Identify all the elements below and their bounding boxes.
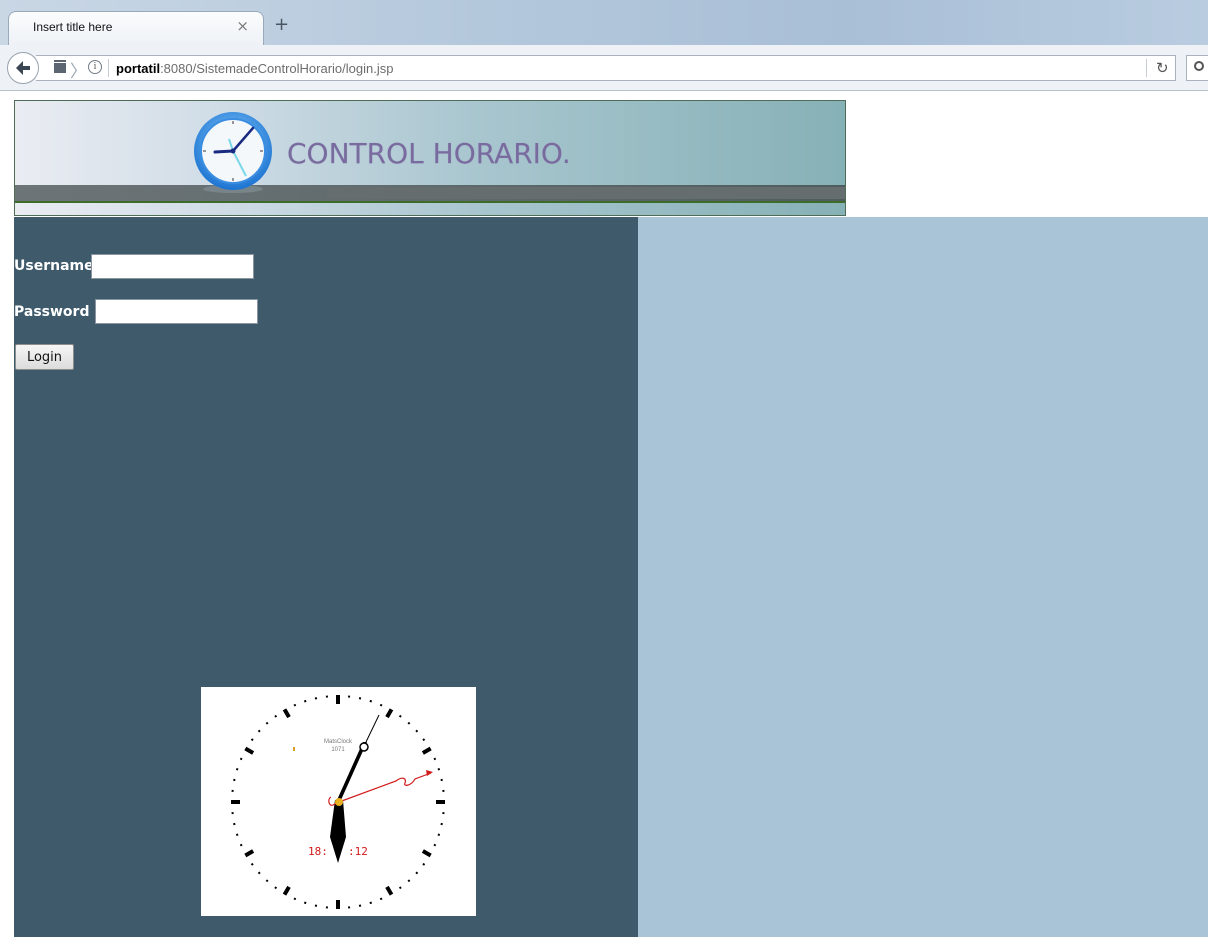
clock-minute-tick [407, 879, 411, 883]
clock-minute-tick [415, 871, 419, 875]
clock-minute-tick [398, 886, 402, 890]
clock-marker [293, 747, 295, 751]
clock-minute-tick [274, 886, 278, 890]
banner-bar-highlight [327, 187, 845, 199]
clock-minute-tick [250, 862, 254, 866]
clock-minute-tick [257, 871, 261, 875]
search-box[interactable] [1186, 55, 1208, 81]
header-banner: CONTROL HORARIO. [14, 100, 846, 216]
clock-logo-icon [194, 112, 272, 193]
clock-minute-tick [293, 897, 297, 901]
banner-title: CONTROL HORARIO. [287, 137, 571, 170]
minute-hand-tip [365, 714, 380, 743]
browser-nav-bar: 〉 i portatil:8080/SistemadeControlHorari… [0, 45, 1208, 91]
clock-minute-tick [265, 879, 269, 883]
new-tab-button[interactable]: + [274, 14, 289, 35]
address-bar[interactable]: 〉 i portatil:8080/SistemadeControlHorari… [36, 55, 1176, 82]
username-label: Username: [14, 258, 100, 274]
side-panel [638, 217, 1208, 937]
clock-minute-tick [433, 843, 437, 847]
clock-minute-tick [398, 714, 402, 718]
clock-minute-tick [437, 833, 441, 837]
clock-face-icon: MatsClock 1071 18: :12 [231, 695, 445, 909]
info-icon[interactable]: i [88, 60, 102, 74]
second-hand-arrow [426, 770, 433, 776]
clock-minute-tick [303, 901, 307, 905]
url-host: portatil [116, 61, 161, 76]
hour-hand [330, 800, 346, 863]
clock-minute-tick [239, 757, 243, 761]
clock-minute-tick [265, 721, 269, 725]
clock-minute-tick [422, 862, 426, 866]
back-arrow-icon [16, 61, 30, 75]
analog-clock-widget: MatsClock 1071 18: :12 [201, 687, 476, 916]
url-path: :8080/SistemadeControlHorario/login.jsp [160, 61, 394, 76]
clock-minute-tick [422, 738, 426, 742]
clock-minute-tick [407, 721, 411, 725]
username-field[interactable] [91, 254, 254, 279]
clock-minute-tick [379, 703, 383, 707]
clock-hour-tick [244, 849, 255, 858]
clock-minute-tick [379, 897, 383, 901]
tab-title: Insert title here [33, 20, 113, 34]
clock-minute-tick [235, 767, 239, 771]
search-icon [1194, 61, 1204, 71]
browser-tab-strip: Insert title here × + [0, 0, 1208, 45]
clock-center-cap [335, 798, 343, 806]
clock-minute-tick [369, 699, 373, 703]
clock-minute-tick [235, 833, 239, 837]
digital-time-left: 18: [308, 845, 328, 858]
clock-minute-tick [274, 714, 278, 718]
clock-minute-tick [250, 738, 254, 742]
url-text[interactable]: portatil:8080/SistemadeControlHorario/lo… [116, 61, 393, 76]
password-field[interactable] [95, 299, 258, 324]
digital-time-right: :12 [348, 845, 368, 858]
close-tab-icon[interactable]: × [236, 17, 249, 35]
page-icon [54, 60, 66, 73]
clock-minute-tick [293, 703, 297, 707]
second-hand [338, 772, 432, 803]
clock-minute-tick [437, 767, 441, 771]
clock-hour-tick [421, 849, 432, 858]
login-button[interactable]: Login [15, 344, 74, 370]
clock-minute-tick [415, 729, 419, 733]
clock-minute-tick [239, 843, 243, 847]
reload-icon[interactable]: ↻ [1156, 59, 1169, 77]
clock-hour-tick [385, 885, 394, 896]
chevron-right-icon: 〉 [70, 62, 87, 82]
clock-hour-tick [282, 885, 291, 896]
clock-minute-tick [257, 729, 261, 733]
url-separator [108, 59, 109, 77]
clock-hour-tick [282, 708, 291, 719]
clock-minute-tick [303, 699, 307, 703]
clock-hour-tick [421, 746, 432, 755]
browser-tab[interactable]: Insert title here × [8, 11, 264, 45]
reload-separator [1146, 59, 1147, 77]
clock-hour-tick [385, 708, 394, 719]
clock-minute-tick [369, 901, 373, 905]
minute-hand-ring [359, 742, 369, 752]
back-button[interactable] [7, 52, 39, 84]
clock-model: 1071 [331, 747, 345, 753]
password-label: Password : [14, 304, 100, 320]
clock-minute-tick [433, 757, 437, 761]
banner-divider [15, 201, 845, 203]
clock-brand: MatsClock [324, 739, 353, 745]
clock-hour-tick [244, 746, 255, 755]
